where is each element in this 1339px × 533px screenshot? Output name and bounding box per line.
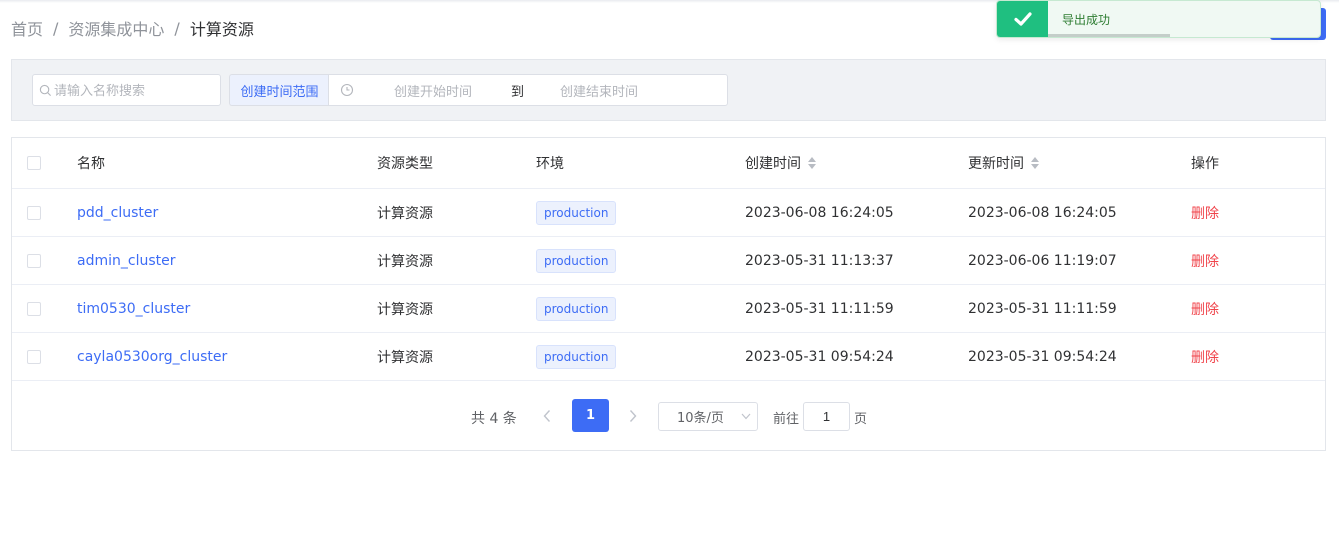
goto-suffix: 页 [854, 412, 868, 427]
env-cell: production [536, 237, 617, 284]
column-type: 资源类型 [377, 156, 433, 172]
total-count: 共 4 条 [471, 411, 517, 427]
breadcrumb-separator: / [174, 18, 180, 38]
row-checkbox[interactable] [27, 349, 41, 364]
delete-button[interactable]: 删除 [1191, 285, 1219, 332]
table-row: admin_cluster 计算资源 production 2023-05-31… [12, 237, 1325, 285]
goto-label: 前往 [773, 412, 800, 427]
breadcrumb-separator: / [53, 18, 59, 38]
search-box [32, 74, 221, 106]
date-range-picker[interactable]: 创建开始时间 到 创建结束时间 [328, 74, 728, 106]
column-action: 操作 [1191, 156, 1219, 172]
breadcrumb: 首页 / 资源集成中心 / 计算资源 [11, 16, 254, 40]
created-time: 2023-06-08 16:24:05 [745, 204, 894, 221]
goto-page-input[interactable] [803, 402, 850, 431]
updated-time: 2023-06-06 11:19:07 [968, 252, 1117, 269]
updated-time: 2023-05-31 11:11:59 [968, 300, 1117, 317]
env-tag: production [536, 200, 617, 225]
pagination: 共 4 条 1 10条/页 前往 页 [12, 381, 1325, 451]
end-date-input[interactable]: 创建结束时间 [560, 81, 638, 100]
delete-button[interactable]: 删除 [1191, 189, 1219, 236]
resource-name-link[interactable]: admin_cluster [77, 237, 175, 284]
toast-progress-bar [1048, 34, 1170, 37]
resource-name-link[interactable]: tim0530_cluster [77, 285, 190, 332]
delete-button[interactable]: 删除 [1191, 237, 1219, 284]
resource-name-link[interactable]: pdd_cluster [77, 189, 158, 236]
chevron-left-icon [543, 410, 551, 422]
resource-name-link[interactable]: cayla0530org_cluster [77, 333, 227, 380]
search-icon [39, 84, 52, 96]
created-time: 2023-05-31 11:13:37 [745, 252, 894, 269]
chevron-down-icon [741, 413, 751, 420]
table-row: cayla0530org_cluster 计算资源 production 202… [12, 333, 1325, 381]
page-number-active[interactable]: 1 [572, 399, 609, 432]
breadcrumb-home[interactable]: 首页 [11, 16, 43, 40]
env-cell: production [536, 285, 617, 332]
updated-time: 2023-05-31 09:54:24 [968, 348, 1117, 365]
env-tag: production [536, 296, 617, 321]
table-row: tim0530_cluster 计算资源 production 2023-05-… [12, 285, 1325, 333]
toast-message-area: 导出成功 [1048, 1, 1320, 37]
table-header: 名称 资源类型 环境 创建时间 更新时间 操作 [12, 138, 1325, 189]
filter-panel: 创建时间范围 创建开始时间 到 创建结束时间 [11, 59, 1326, 121]
resource-type: 计算资源 [377, 205, 433, 222]
env-cell: production [536, 333, 617, 380]
column-updated[interactable]: 更新时间 [968, 138, 1039, 188]
resource-type: 计算资源 [377, 349, 433, 366]
row-checkbox[interactable] [27, 205, 41, 220]
column-name: 名称 [77, 156, 105, 172]
range-separator: 到 [511, 84, 525, 100]
select-all-checkbox[interactable] [27, 156, 41, 170]
env-cell: production [536, 189, 617, 236]
breadcrumb-current: 计算资源 [189, 20, 254, 39]
column-env: 环境 [536, 156, 564, 172]
breadcrumb-resource-center[interactable]: 资源集成中心 [68, 16, 164, 40]
chevron-right-icon [629, 410, 637, 422]
created-time: 2023-05-31 11:11:59 [745, 300, 894, 317]
resource-type: 计算资源 [377, 253, 433, 270]
success-toast: 导出成功 [996, 0, 1321, 38]
column-created-label: 创建时间 [745, 156, 801, 172]
resource-table: 名称 资源类型 环境 创建时间 更新时间 操作 pdd_cluster 计算资源… [11, 137, 1326, 451]
resource-type: 计算资源 [377, 301, 433, 318]
date-range-label: 创建时间范围 [229, 74, 329, 106]
created-time: 2023-05-31 09:54:24 [745, 348, 894, 365]
column-updated-label: 更新时间 [968, 156, 1024, 172]
row-checkbox[interactable] [27, 301, 41, 316]
sort-icon[interactable] [808, 157, 816, 169]
sort-icon[interactable] [1031, 157, 1039, 169]
env-tag: production [536, 248, 617, 273]
toast-message: 导出成功 [1062, 13, 1111, 27]
start-date-input[interactable]: 创建开始时间 [394, 81, 472, 100]
prev-page-button[interactable] [537, 406, 557, 426]
table-row: pdd_cluster 计算资源 production 2023-06-08 1… [12, 189, 1325, 237]
clock-icon [340, 83, 354, 97]
search-input[interactable] [54, 82, 214, 98]
row-checkbox[interactable] [27, 253, 41, 268]
env-tag: production [536, 344, 617, 369]
updated-time: 2023-06-08 16:24:05 [968, 204, 1117, 221]
next-page-button[interactable] [623, 406, 643, 426]
check-icon [997, 1, 1048, 37]
column-created[interactable]: 创建时间 [745, 138, 816, 188]
page-size-select[interactable]: 10条/页 [658, 402, 758, 431]
delete-button[interactable]: 删除 [1191, 333, 1219, 380]
page-size-value: 10条/页 [677, 411, 724, 426]
